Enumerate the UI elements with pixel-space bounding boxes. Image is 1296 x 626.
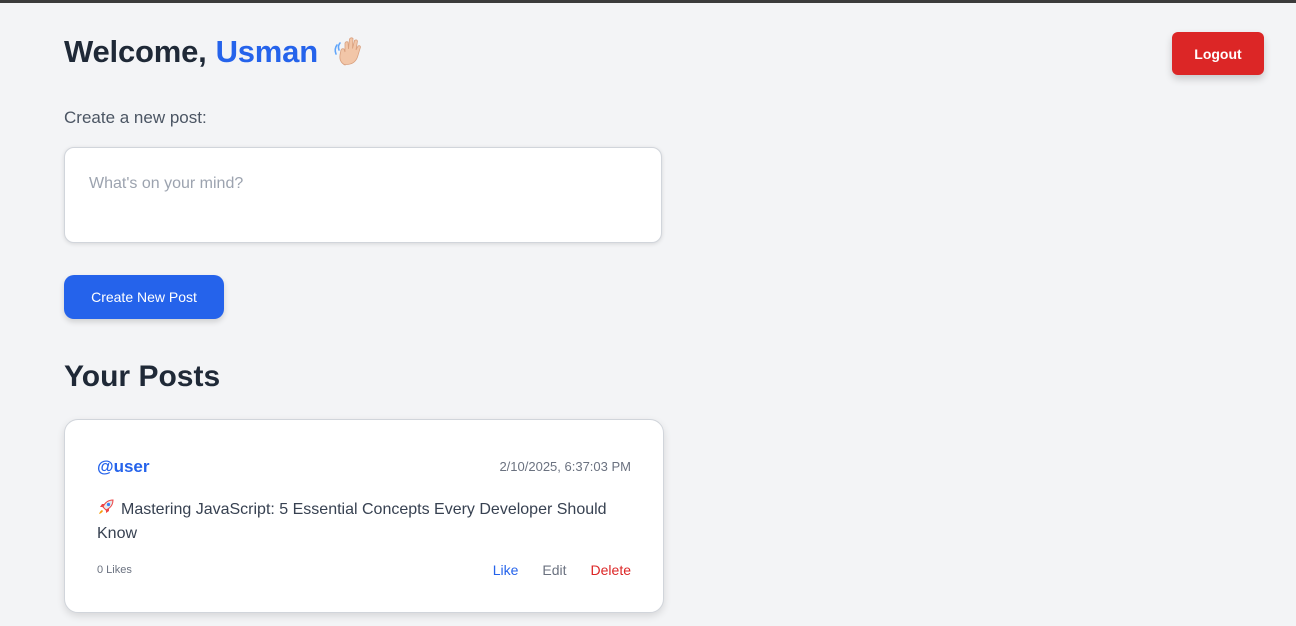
welcome-prefix: Welcome,	[64, 34, 207, 69]
create-post-button[interactable]: Create New Post	[64, 275, 224, 319]
welcome-heading: Welcome, Usman	[64, 34, 366, 70]
create-post-label: Create a new post:	[64, 108, 207, 127]
rocket-icon	[97, 498, 115, 516]
post-timestamp: 2/10/2025, 6:37:03 PM	[499, 459, 631, 474]
logout-button[interactable]: Logout	[1172, 32, 1264, 75]
post-card: @user 2/10/2025, 6:37:03 PM Mastering Ja…	[64, 419, 664, 613]
edit-button[interactable]: Edit	[542, 562, 566, 578]
like-button[interactable]: Like	[493, 562, 519, 578]
delete-button[interactable]: Delete	[591, 562, 631, 578]
post-text: Mastering JavaScript: 5 Essential Concep…	[97, 501, 607, 542]
your-posts-heading: Your Posts	[64, 360, 221, 393]
post-author[interactable]: @user	[97, 457, 150, 477]
waving-hand-icon	[332, 35, 366, 69]
post-input[interactable]	[64, 147, 662, 243]
dashboard-page: Welcome, Usman Logout Create a new post:…	[0, 0, 1296, 626]
post-actions: Like Edit Delete	[493, 562, 631, 578]
welcome-username: Usman	[215, 34, 319, 69]
post-like-count: 0 Likes	[97, 564, 132, 576]
post-content: Mastering JavaScript: 5 Essential Concep…	[97, 498, 617, 546]
